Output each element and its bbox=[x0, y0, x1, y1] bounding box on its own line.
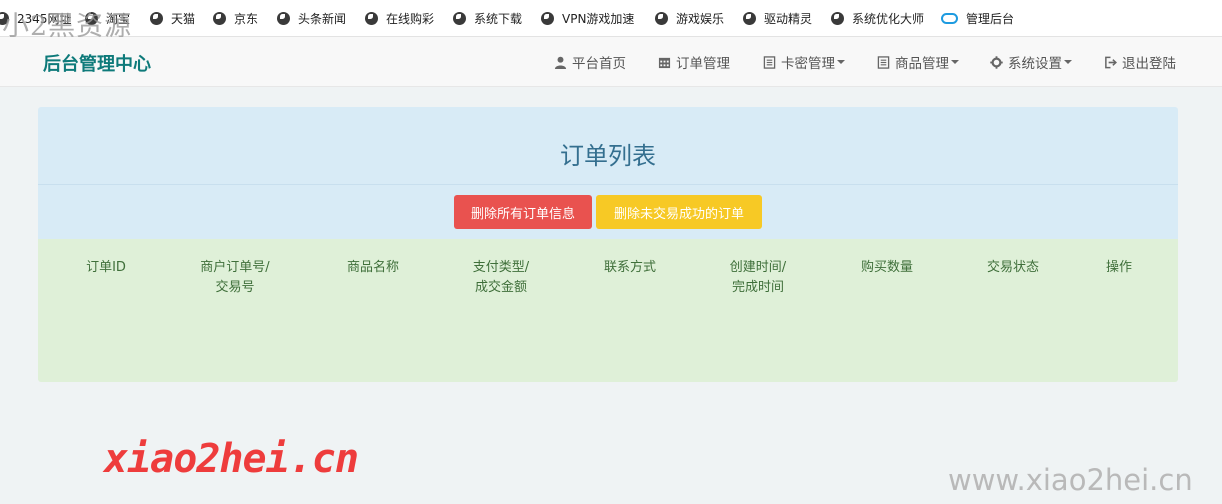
nav-label: 退出登陆 bbox=[1122, 56, 1176, 72]
bookmark-lottery[interactable]: 在线购彩 bbox=[365, 0, 434, 37]
delete-all-orders-button[interactable]: 删除所有订单信息 bbox=[454, 195, 592, 229]
chevron-down-icon bbox=[837, 60, 845, 64]
nav-label: 订单管理 bbox=[676, 56, 730, 72]
column-header-actions: 操作 bbox=[1106, 258, 1132, 278]
bookmark-toutiao[interactable]: 头条新闻 bbox=[277, 0, 346, 37]
panel-heading: 订单列表 bbox=[38, 107, 1178, 185]
column-header-line: 支付类型/ bbox=[472, 260, 530, 275]
column-header-line: 创建时间/ bbox=[729, 260, 787, 275]
column-header-created-time: 创建时间/ 完成时间 bbox=[730, 258, 786, 298]
nav-home[interactable]: 平台首页 bbox=[554, 37, 626, 87]
column-header-status: 交易状态 bbox=[987, 258, 1039, 278]
globe-icon bbox=[213, 11, 226, 25]
panel-actions: 删除所有订单信息 删除未交易成功的订单 bbox=[38, 185, 1178, 239]
bookmark-optimizer[interactable]: 系统优化大师 bbox=[831, 0, 924, 37]
column-header-line: 完成时间 bbox=[731, 280, 785, 295]
bookmark-label: 驱动精灵 bbox=[764, 11, 813, 26]
globe-icon bbox=[831, 11, 844, 25]
nav-settings[interactable]: 系统设置 bbox=[990, 37, 1072, 87]
bookmark-tmall[interactable]: 天猫 bbox=[150, 0, 195, 37]
column-header-line: 交易号 bbox=[215, 280, 255, 295]
column-header-line: 商品名称 bbox=[346, 260, 400, 275]
bookmark-label: 管理后台 bbox=[966, 11, 1015, 26]
bookmark-vpn[interactable]: VPN游戏加速 bbox=[541, 0, 634, 37]
globe-icon bbox=[150, 11, 163, 25]
column-header-line: 购买数量 bbox=[860, 260, 914, 275]
bookmark-label: 天猫 bbox=[171, 11, 196, 26]
bookmark-download[interactable]: 系统下载 bbox=[453, 0, 522, 37]
bookmark-games[interactable]: 游戏娱乐 bbox=[655, 0, 724, 37]
bookmark-label: 系统优化大师 bbox=[852, 11, 925, 26]
page-title: 订单列表 bbox=[560, 142, 656, 170]
column-header-quantity: 购买数量 bbox=[861, 258, 913, 278]
gear-icon bbox=[990, 55, 1003, 69]
nav-label: 卡密管理 bbox=[781, 56, 835, 72]
bookmark-label: 系统下载 bbox=[474, 11, 523, 26]
chevron-down-icon bbox=[1064, 60, 1072, 64]
nav-logout[interactable]: 退出登陆 bbox=[1104, 37, 1176, 87]
column-header-line: 成交金额 bbox=[474, 280, 528, 295]
column-header-line: 商户订单号/ bbox=[200, 260, 270, 275]
column-header-payment-type: 支付类型/ 成交金额 bbox=[473, 258, 529, 298]
globe-icon bbox=[85, 11, 98, 25]
bookmark-label: 2345网址 bbox=[17, 11, 72, 26]
list-icon bbox=[763, 55, 776, 69]
watermark-bottom-left: xiao2hei.cn bbox=[104, 436, 359, 482]
delete-failed-orders-button[interactable]: 删除未交易成功的订单 bbox=[596, 195, 762, 229]
bookmark-2345[interactable]: 2345网址 bbox=[0, 0, 72, 37]
user-icon bbox=[554, 56, 567, 69]
column-header-line: 联系方式 bbox=[603, 260, 657, 275]
globe-icon bbox=[541, 11, 554, 25]
globe-icon bbox=[0, 11, 9, 25]
nav-cards[interactable]: 卡密管理 bbox=[763, 37, 845, 87]
orders-table: 订单ID 商户订单号/ 交易号 商品名称 支付类型/ 成交金额 联系方式 创建时… bbox=[38, 239, 1178, 382]
column-header-contact: 联系方式 bbox=[604, 258, 656, 278]
column-header-line: 订单ID bbox=[86, 260, 126, 275]
bookmark-label: 在线购彩 bbox=[386, 11, 435, 26]
bookmark-admin[interactable]: 管理后台 bbox=[941, 0, 1014, 37]
nav-label: 商品管理 bbox=[895, 56, 949, 72]
list-icon bbox=[877, 55, 890, 69]
bookmark-label: 京东 bbox=[234, 11, 259, 26]
column-header-merchant-order: 商户订单号/ 交易号 bbox=[200, 258, 269, 298]
bookmark-label: 淘宝 bbox=[106, 11, 131, 26]
globe-icon bbox=[743, 11, 756, 25]
bookmark-jd[interactable]: 京东 bbox=[213, 0, 258, 37]
bookmark-label: 头条新闻 bbox=[298, 11, 347, 26]
cloud-icon bbox=[941, 12, 958, 24]
column-header-line: 交易状态 bbox=[986, 260, 1040, 275]
globe-icon bbox=[453, 11, 466, 25]
nav-products[interactable]: 商品管理 bbox=[877, 37, 959, 87]
brand-title[interactable]: 后台管理中心 bbox=[43, 50, 151, 76]
navbar: 后台管理中心 平台首页 订单管理 卡密管理 商品管理 系统设置 退出登陆 bbox=[0, 37, 1222, 87]
logout-icon bbox=[1105, 56, 1117, 68]
globe-icon bbox=[655, 11, 668, 25]
nav-label: 系统设置 bbox=[1008, 56, 1062, 72]
chevron-down-icon bbox=[951, 60, 959, 64]
bookmark-taobao[interactable]: 淘宝 bbox=[85, 0, 130, 37]
calendar-icon bbox=[658, 57, 671, 68]
watermark-bottom-right: www.xiao2hei.cn bbox=[948, 463, 1193, 497]
nav-orders[interactable]: 订单管理 bbox=[658, 37, 730, 87]
bookmarks-bar: 2345网址 淘宝 天猫 京东 头条新闻 在线购彩 系统下载 VPN游戏加速 游… bbox=[0, 0, 1222, 37]
column-header-product-name: 商品名称 bbox=[347, 258, 399, 278]
column-header-line: 操作 bbox=[1105, 260, 1133, 275]
bookmark-label: VPN游戏加速 bbox=[562, 11, 635, 26]
globe-icon bbox=[277, 11, 290, 25]
order-list-panel: 订单列表 删除所有订单信息 删除未交易成功的订单 订单ID 商户订单号/ 交易号… bbox=[38, 107, 1178, 382]
column-header-order-id: 订单ID bbox=[86, 258, 126, 278]
bookmark-label: 游戏娱乐 bbox=[676, 11, 725, 26]
bookmark-driver[interactable]: 驱动精灵 bbox=[743, 0, 812, 37]
globe-icon bbox=[365, 11, 378, 25]
nav-label: 平台首页 bbox=[572, 56, 626, 72]
